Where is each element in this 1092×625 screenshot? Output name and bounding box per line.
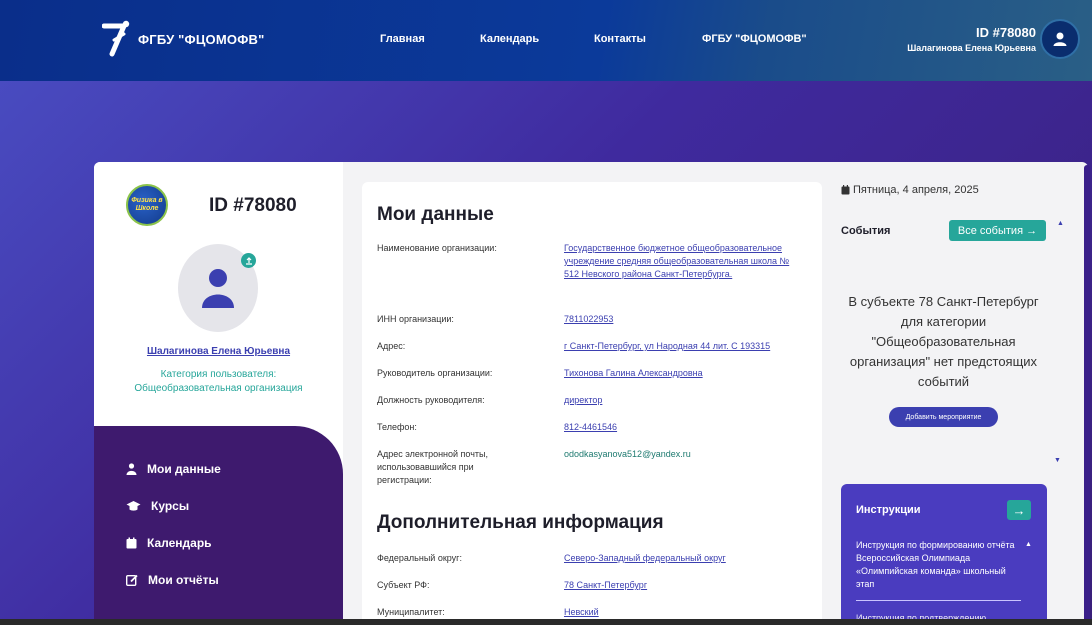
user-avatar-button[interactable]	[1040, 19, 1080, 59]
calendar-icon	[126, 537, 137, 549]
extra-info-title: Дополнительная информация	[377, 512, 664, 533]
window-bottom-edge	[0, 619, 1092, 625]
field-label: Федеральный округ:	[377, 553, 462, 563]
profile-sidebar: Физика в Школе ID #78080 Шалагинова Елен…	[94, 162, 343, 625]
current-date: Пятница, 4 апреля, 2025	[841, 184, 979, 196]
sidebar-item-label: Мои данные	[147, 462, 221, 476]
profile-category: Категория пользователя: Общеобразователь…	[94, 368, 343, 396]
category-label: Категория пользователя:	[160, 369, 277, 380]
edit-icon	[126, 574, 138, 586]
instruction-link[interactable]: Инструкция по формированию отчёта Всерос…	[856, 539, 1021, 591]
header-user-id: ID #78080	[976, 25, 1036, 40]
my-data-card: Мои данные Наименование организации: Гос…	[362, 182, 822, 625]
sidebar-item-reports[interactable]: Мои отчёты	[126, 573, 219, 587]
municipality-value[interactable]: Невский	[564, 606, 794, 619]
graduation-cap-icon	[126, 501, 141, 511]
olympiad-logo-text: Физика в Школе	[131, 197, 163, 212]
top-header: ФГБУ "ФЦОМОФВ" Главная Календарь Контакт…	[0, 0, 1092, 81]
logo-text: ФГБУ "ФЦОМОФВ"	[138, 31, 265, 47]
divider	[856, 600, 1021, 601]
category-value: Общеобразовательная организация	[134, 383, 303, 394]
main-panel: Физика в Школе ID #78080 Шалагинова Елен…	[94, 162, 1088, 625]
nav-contacts[interactable]: Контакты	[594, 33, 646, 45]
sidebar-item-my-data[interactable]: Мои данные	[126, 462, 221, 476]
header-user-info: ID #78080 Шалагинова Елена Юрьевна	[907, 25, 1036, 53]
logo-figure-icon	[102, 20, 130, 57]
page-scrollbar[interactable]	[1084, 165, 1090, 625]
collapse-up-icon[interactable]: ▲	[1057, 220, 1064, 227]
instructions-card: Инструкции → ▲ Инструкция по формировани…	[841, 484, 1047, 625]
nav-home[interactable]: Главная	[380, 33, 425, 45]
field-label: Должность руководителя:	[377, 395, 485, 405]
expand-down-icon[interactable]: ▼	[1054, 457, 1061, 464]
sidebar-item-label: Курсы	[151, 499, 190, 513]
sidebar-menu: Мои данные Курсы Календарь Мои отчёты	[94, 426, 343, 625]
profile-id: ID #78080	[209, 195, 297, 216]
events-title: События	[841, 225, 891, 237]
user-placeholder-icon	[202, 269, 234, 308]
collapse-up-icon[interactable]: ▲	[1025, 541, 1032, 548]
director-value[interactable]: Тихонова Галина Александровна	[564, 367, 794, 380]
field-label: Адрес электронной почты, использовавшийс…	[377, 449, 489, 485]
profile-name-link[interactable]: Шалагинова Елена Юрьевна	[94, 346, 343, 357]
all-events-button[interactable]: Все события →	[949, 220, 1046, 241]
no-events-message: В субъекте 78 Санкт-Петербург для катего…	[848, 294, 1039, 389]
field-label: Субъект РФ:	[377, 580, 430, 590]
current-date-text: Пятница, 4 апреля, 2025	[853, 184, 979, 196]
sidebar-item-label: Календарь	[147, 536, 212, 550]
field-label: Руководитель организации:	[377, 368, 493, 378]
add-event-button[interactable]: Добавить мероприятие	[889, 407, 998, 427]
phone-value[interactable]: 812-4461546	[564, 421, 794, 434]
field-label: ИНН организации:	[377, 314, 454, 324]
sidebar-item-label: Мои отчёты	[148, 573, 219, 587]
instructions-open-button[interactable]: →	[1007, 500, 1031, 520]
olympiad-logo: Физика в Школе	[126, 184, 168, 226]
region-value[interactable]: 78 Санкт-Петербург	[564, 579, 794, 592]
calendar-icon	[841, 185, 850, 195]
director-position-value[interactable]: директор	[564, 394, 794, 407]
user-icon	[1053, 32, 1067, 46]
field-label: Наименование организации:	[377, 243, 497, 253]
email-value: ododkasyanova512@yandex.ru	[564, 449, 691, 459]
upload-avatar-button[interactable]	[241, 253, 256, 268]
org-name-value[interactable]: Государственное бюджетное общеобразовате…	[564, 242, 794, 281]
instructions-title: Инструкции	[856, 504, 921, 516]
field-label: Муниципалитет:	[377, 607, 445, 617]
inn-value[interactable]: 7811022953	[564, 313, 794, 326]
nav-calendar[interactable]: Календарь	[480, 33, 539, 45]
field-label: Адрес:	[377, 341, 406, 351]
federal-district-value[interactable]: Северо-Западный федеральный округ	[564, 552, 794, 565]
user-icon	[126, 463, 137, 475]
nav-organization[interactable]: ФГБУ "ФЦОМОФВ"	[702, 33, 807, 45]
site-logo[interactable]: ФГБУ "ФЦОМОФВ"	[102, 20, 264, 58]
field-label: Телефон:	[377, 422, 417, 432]
events-sidebar: Пятница, 4 апреля, 2025 События Все собы…	[839, 162, 1088, 625]
my-data-title: Мои данные	[377, 204, 494, 225]
sidebar-item-calendar[interactable]: Календарь	[126, 536, 212, 550]
upload-icon	[245, 256, 252, 265]
sidebar-item-courses[interactable]: Курсы	[126, 499, 189, 513]
header-user-name: Шалагинова Елена Юрьевна	[907, 43, 1036, 53]
address-value[interactable]: г Санкт-Петербург, ул Народная 44 лит. С…	[564, 340, 794, 353]
